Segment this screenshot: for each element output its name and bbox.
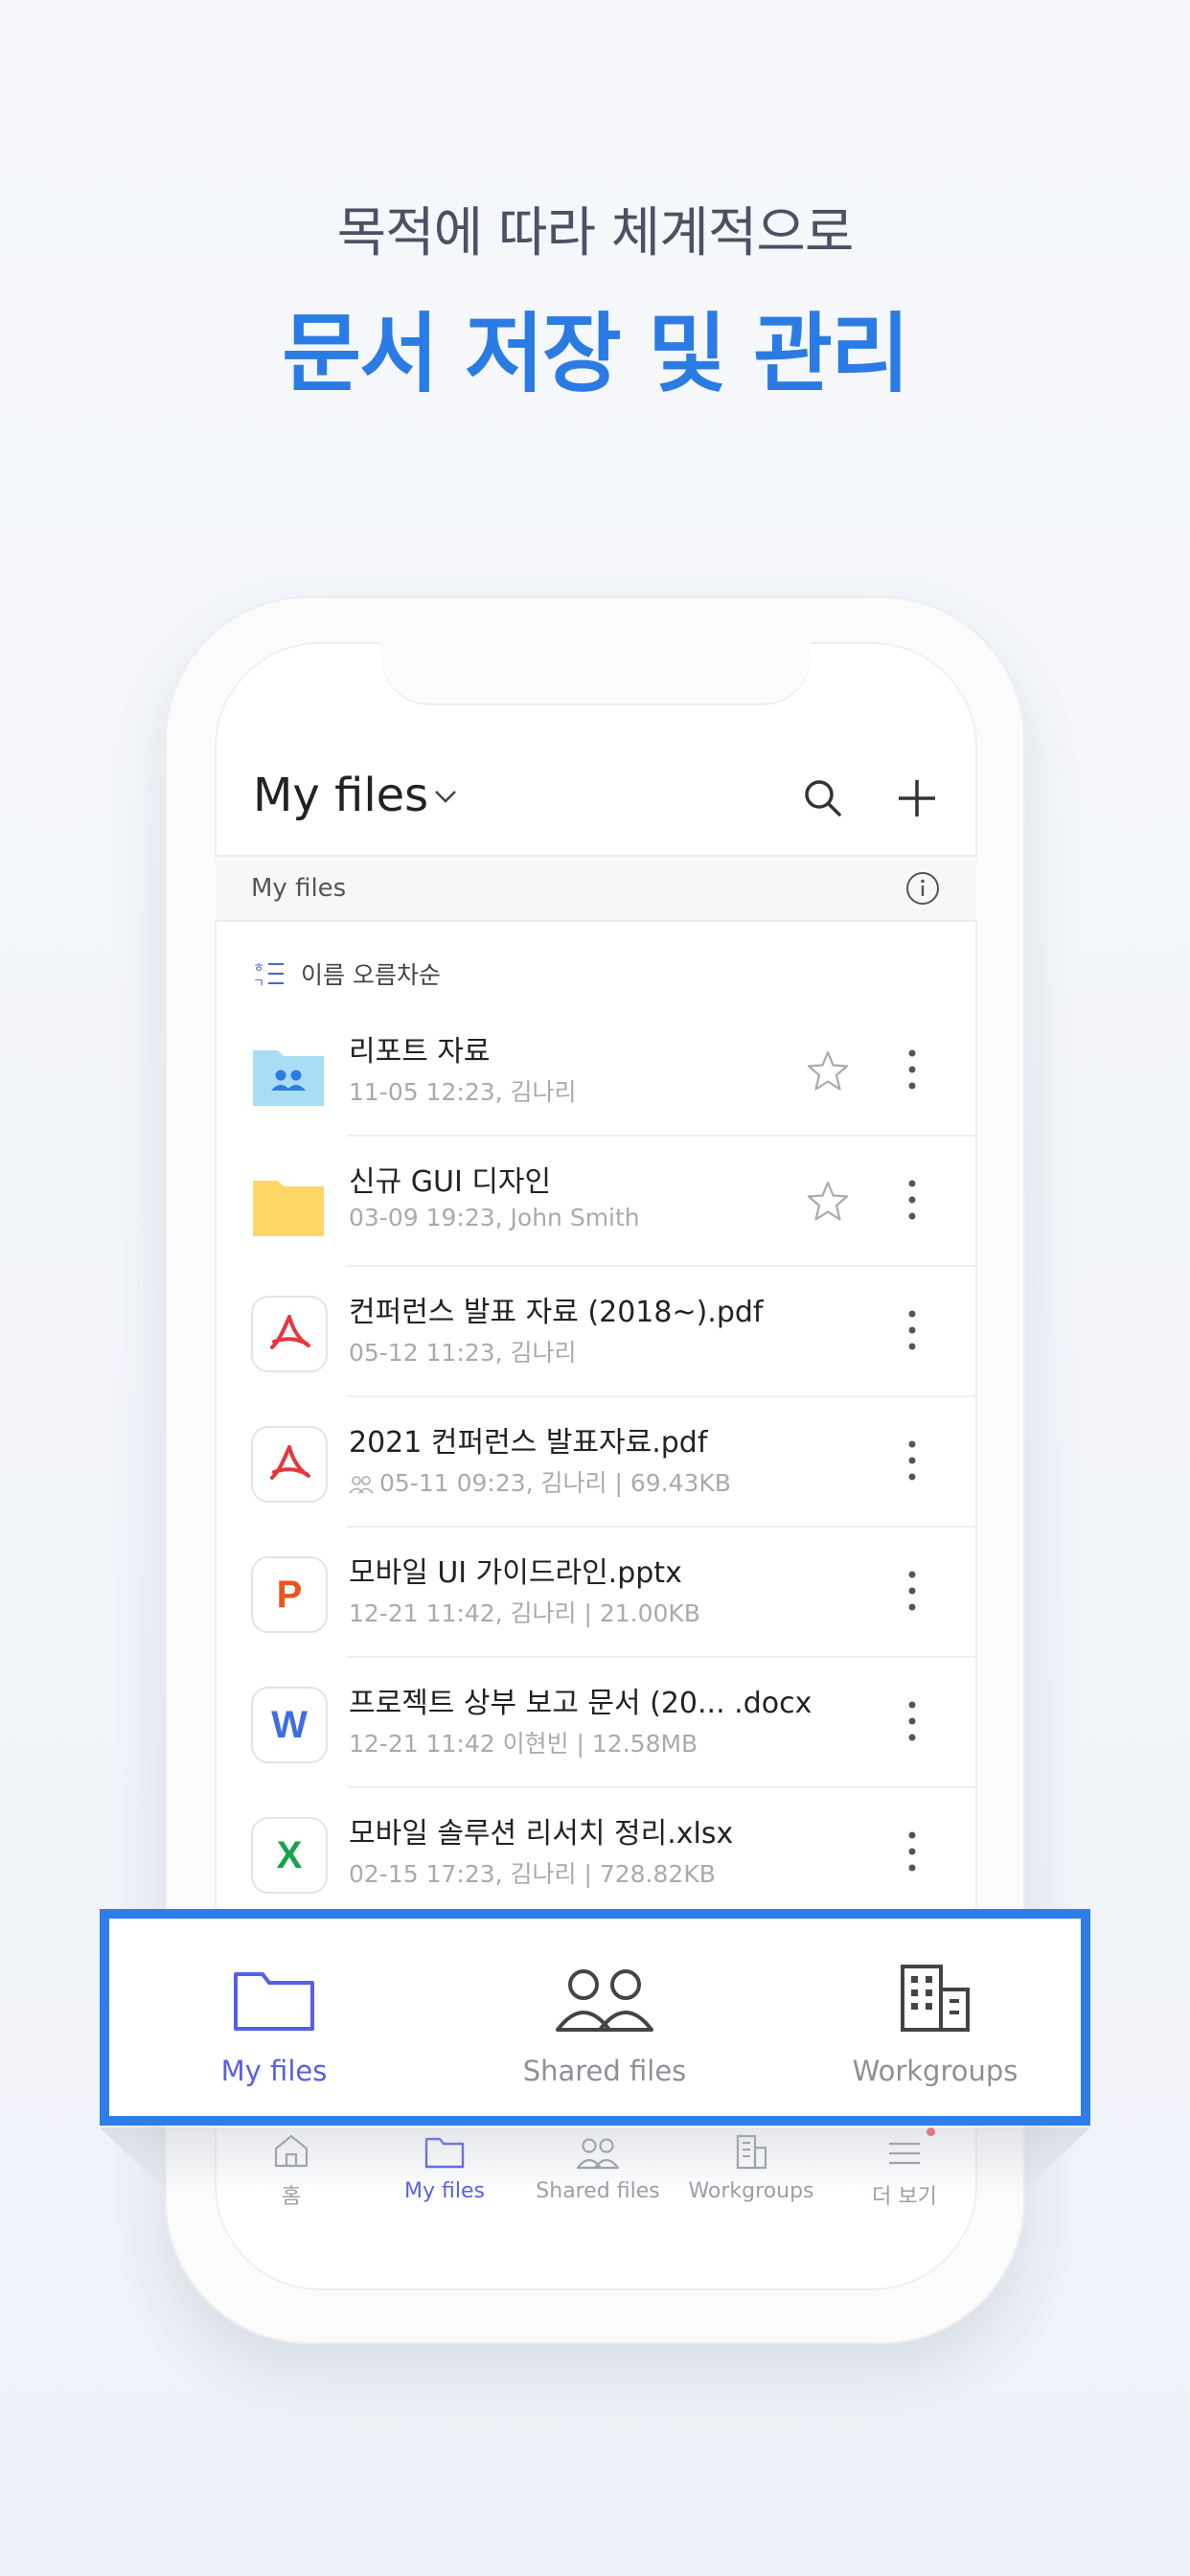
sort-asc-icon: ㅎ ㄱ <box>253 961 284 991</box>
breadcrumb: My files <box>215 855 977 922</box>
more-options-icon[interactable] <box>906 1438 918 1484</box>
tab-label: Shared files <box>522 2055 687 2087</box>
headline-sub: 목적에 따라 체계적으로 <box>336 202 855 264</box>
file-name: 컨퍼런스 발표 자료 (2018~).pdf <box>349 1296 764 1329</box>
list-item[interactable]: 리포트 자료 11-05 12:23, 김나리 <box>215 1006 977 1137</box>
more-options-icon[interactable] <box>906 1568 918 1614</box>
list-item[interactable]: X 모바일 솔루션 리서치 정리.xlsx 02-15 17:23, 김나리 |… <box>215 1788 977 1919</box>
breadcrumb-label[interactable]: My files <box>251 874 346 903</box>
top-bar: My files <box>215 748 977 853</box>
people-icon <box>556 1969 653 2032</box>
list-item[interactable]: 컨퍼런스 발표 자료 (2018~).pdf 05-12 11:23, 김나리 <box>215 1267 977 1397</box>
file-meta: 12-21 11:42, 김나리 | 21.00KB <box>349 1599 700 1627</box>
page-title[interactable]: My files <box>253 769 428 822</box>
file-name: 신규 GUI 디자인 <box>349 1165 552 1199</box>
file-meta: 12-21 11:42 이현빈 | 12.58MB <box>349 1730 698 1758</box>
xlsx-icon: X <box>251 1817 328 1894</box>
folder-icon <box>234 1972 314 2031</box>
file-meta: 11-05 12:23, 김나리 <box>349 1078 577 1106</box>
zoom-tab-my-files[interactable]: My files <box>130 1955 418 2087</box>
file-name: 리포트 자료 <box>349 1035 491 1069</box>
star-icon[interactable] <box>805 1048 851 1094</box>
building-icon <box>901 1965 970 2032</box>
more-options-icon[interactable] <box>906 1046 918 1092</box>
file-meta: 03-09 19:23, John Smith <box>349 1204 640 1231</box>
pdf-icon <box>251 1296 328 1372</box>
tab-label: My files <box>220 2055 328 2087</box>
more-options-icon[interactable] <box>906 1698 918 1744</box>
headline-main: 문서 저장 및 관리 <box>282 304 910 404</box>
file-meta: 02-15 17:23, 김나리 | 728.82KB <box>349 1860 716 1888</box>
file-meta-row: 05-11 09:23, 김나리 | 69.43KB <box>349 1464 731 1499</box>
file-name: 모바일 UI 가이드라인.pptx <box>349 1556 682 1590</box>
docx-icon: W <box>251 1687 328 1763</box>
folder-icon <box>253 1181 324 1236</box>
more-options-icon[interactable] <box>906 1307 918 1353</box>
svg-text:ㄱ: ㄱ <box>253 977 264 991</box>
zoom-shadow <box>100 2128 1090 2195</box>
list-item[interactable]: W 프로젝트 상부 보고 문서 (20... .docx 12-21 11:42… <box>215 1658 977 1788</box>
list-item[interactable]: 2021 컨퍼런스 발표자료.pdf 05-11 09:23, 김나리 | 69… <box>215 1397 977 1528</box>
zoom-tab-workgroups[interactable]: Workgroups <box>791 1955 1079 2087</box>
shared-icon <box>349 1476 374 1494</box>
file-name: 모바일 솔루션 리서치 정리.xlsx <box>349 1817 734 1851</box>
zoomed-tab-bar: My files Shared files Workgroups <box>100 1909 1090 2126</box>
list-item[interactable]: P 모바일 UI 가이드라인.pptx 12-21 11:42, 김나리 | 2… <box>215 1528 977 1658</box>
tab-label: Workgroups <box>852 2055 1018 2087</box>
file-name: 프로젝트 상부 보고 문서 (20... .docx <box>349 1687 812 1720</box>
file-name: 2021 컨퍼런스 발표자료.pdf <box>349 1426 708 1460</box>
phone-notch <box>381 642 811 703</box>
info-icon[interactable] <box>904 870 941 907</box>
svg-text:ㅎ: ㅎ <box>253 961 264 976</box>
pdf-icon <box>251 1426 328 1503</box>
search-icon[interactable] <box>801 776 845 820</box>
sort-label: 이름 오름차순 <box>301 961 441 989</box>
more-options-icon[interactable] <box>906 1177 918 1223</box>
file-meta: 05-11 09:23, 김나리 | 69.43KB <box>379 1469 731 1497</box>
list-item[interactable]: 신규 GUI 디자인 03-09 19:23, John Smith <box>215 1137 977 1267</box>
file-meta: 05-12 11:23, 김나리 <box>349 1339 577 1367</box>
plus-icon[interactable] <box>895 776 939 820</box>
shared-folder-icon <box>253 1050 324 1106</box>
star-icon[interactable] <box>805 1179 851 1225</box>
zoom-tab-shared-files[interactable]: Shared files <box>461 1955 748 2087</box>
more-options-icon[interactable] <box>906 1828 918 1874</box>
pptx-icon: P <box>251 1556 328 1633</box>
chevron-down-icon[interactable] <box>431 782 460 811</box>
